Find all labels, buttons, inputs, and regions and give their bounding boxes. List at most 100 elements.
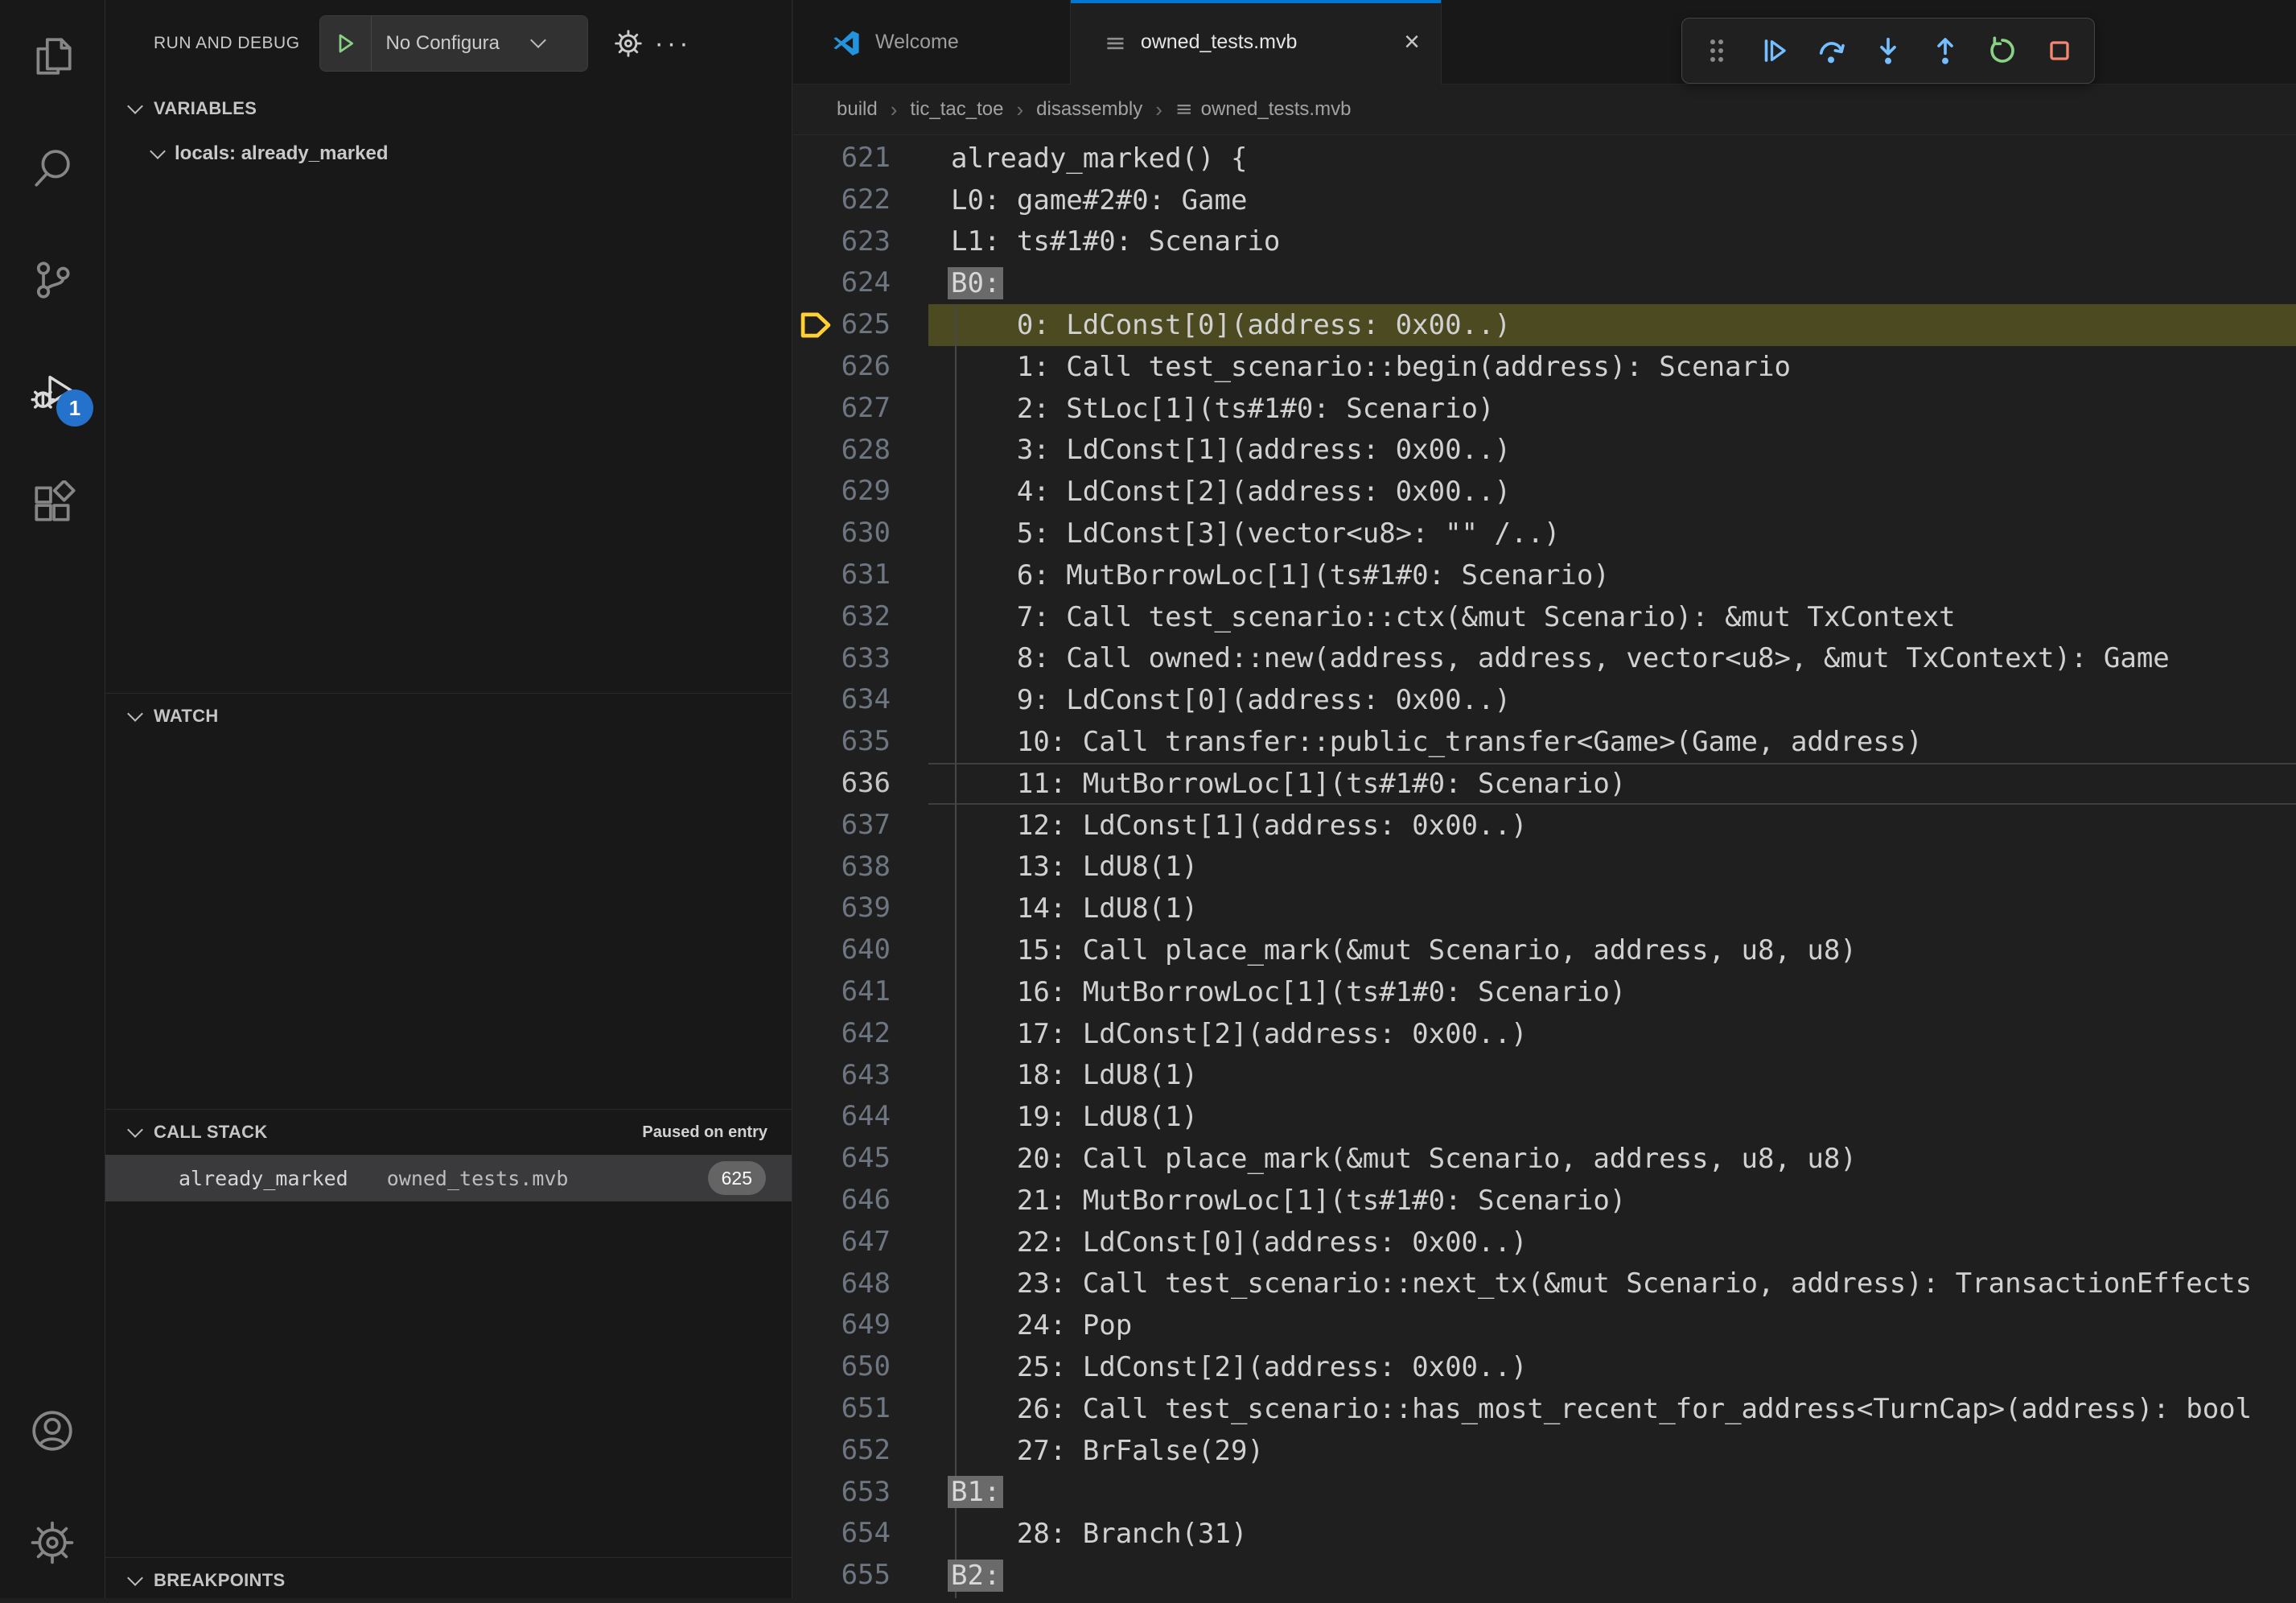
stop-button[interactable] — [2037, 28, 2082, 73]
breakpoint-gutter[interactable] — [793, 1013, 838, 1055]
code-line-text[interactable]: B0: — [928, 262, 2296, 304]
code-line-text[interactable]: 11: MutBorrowLoc[1](ts#1#0: Scenario) — [928, 763, 2296, 805]
line-number[interactable]: 640 — [838, 929, 891, 971]
more-actions-button[interactable]: ··· — [651, 21, 696, 66]
line-number[interactable]: 630 — [838, 513, 891, 554]
line-number[interactable]: 655 — [838, 1555, 891, 1597]
activity-bar-item-accounts[interactable] — [0, 1374, 105, 1486]
line-number[interactable]: 639 — [838, 888, 891, 929]
breakpoint-gutter[interactable] — [793, 1180, 838, 1222]
code-line-text[interactable]: L0: game#2#0: Game — [928, 179, 2296, 221]
code-line-text[interactable]: 15: Call place_mark(&mut Scenario, addre… — [928, 929, 2296, 971]
breakpoint-gutter[interactable] — [793, 1055, 838, 1097]
breakpoint-gutter[interactable] — [793, 262, 838, 304]
breakpoint-gutter[interactable] — [793, 971, 838, 1013]
activity-bar-item-manage[interactable] — [0, 1486, 105, 1598]
code-line-text[interactable]: 12: LdConst[1](address: 0x00..) — [928, 805, 2296, 847]
activity-bar-item-explorer[interactable] — [0, 0, 105, 112]
breakpoint-gutter[interactable] — [793, 847, 838, 888]
code-line-text[interactable]: B2: — [928, 1555, 2296, 1597]
code-line-text[interactable]: 5: LdConst[3](vector<u8>: "" /..) — [928, 513, 2296, 554]
step-out-button[interactable] — [1923, 28, 1968, 73]
tab-owned-tests-mvb[interactable]: ≡owned_tests.mvb× — [1071, 0, 1442, 84]
code-line-text[interactable]: 8: Call owned::new(address, address, vec… — [928, 638, 2296, 680]
line-number[interactable]: 647 — [838, 1222, 891, 1263]
activity-bar-item-source-control[interactable] — [0, 224, 105, 336]
breakpoint-gutter[interactable] — [793, 179, 838, 221]
code-line-text[interactable]: 20: Call place_mark(&mut Scenario, addre… — [928, 1138, 2296, 1180]
code-line-text[interactable]: 14: LdU8(1) — [928, 888, 2296, 929]
continue-button[interactable] — [1751, 28, 1796, 73]
line-number[interactable]: 632 — [838, 596, 891, 638]
breakpoint-gutter[interactable] — [793, 1388, 838, 1430]
breakpoint-gutter[interactable] — [793, 679, 838, 721]
line-number[interactable]: 631 — [838, 554, 891, 596]
debug-settings-button[interactable] — [606, 21, 651, 66]
line-number[interactable]: 624 — [838, 262, 891, 304]
breakpoint-gutter[interactable] — [793, 1472, 838, 1514]
breakpoint-gutter[interactable] — [793, 1222, 838, 1263]
line-number[interactable]: 652 — [838, 1430, 891, 1472]
line-number[interactable]: 626 — [838, 346, 891, 388]
breadcrumb-item-tic_tac_toe[interactable]: tic_tac_toe — [910, 98, 1003, 121]
code-line-text[interactable]: 26: Call test_scenario::has_most_recent_… — [928, 1388, 2296, 1430]
restart-button[interactable] — [1980, 28, 2025, 73]
code-line-text[interactable]: B1: — [928, 1472, 2296, 1514]
breakpoint-gutter[interactable] — [793, 1263, 838, 1305]
variables-scope-row[interactable]: locals: already_marked — [105, 131, 792, 176]
code-line-text[interactable]: already_marked() { — [928, 138, 2296, 179]
line-number[interactable]: 635 — [838, 721, 891, 763]
line-number[interactable]: 646 — [838, 1180, 891, 1222]
step-into-button[interactable] — [1866, 28, 1911, 73]
code-line-text[interactable]: 2: StLoc[1](ts#1#0: Scenario) — [928, 388, 2296, 430]
call-stack-section-header[interactable]: CALL STACK Paused on entry — [105, 1110, 792, 1155]
breakpoint-gutter[interactable] — [793, 1555, 838, 1597]
code-line-text[interactable]: 9: LdConst[0](address: 0x00..) — [928, 679, 2296, 721]
breakpoint-gutter[interactable] — [793, 1096, 838, 1138]
breakpoint-gutter[interactable] — [793, 221, 838, 263]
line-number[interactable]: 621 — [838, 138, 891, 179]
breakpoint-gutter[interactable] — [793, 1430, 838, 1472]
code-line-text[interactable]: 1: Call test_scenario::begin(address): S… — [928, 346, 2296, 388]
line-number[interactable]: 622 — [838, 179, 891, 221]
breakpoint-gutter[interactable] — [793, 1346, 838, 1388]
watch-section-header[interactable]: WATCH — [105, 694, 792, 739]
breakpoint-gutter[interactable] — [793, 805, 838, 847]
code-line-text[interactable]: L1: ts#1#0: Scenario — [928, 221, 2296, 263]
line-number[interactable]: 643 — [838, 1055, 891, 1097]
code-line-text[interactable]: 24: Pop — [928, 1304, 2296, 1346]
breakpoint-gutter[interactable] — [793, 1138, 838, 1180]
line-number[interactable]: 641 — [838, 971, 891, 1013]
call-stack-frame-row[interactable]: already_markedowned_tests.mvb625 — [105, 1155, 792, 1201]
breakpoint-gutter[interactable] — [793, 554, 838, 596]
code-line-text[interactable]: 0: LdConst[0](address: 0x00..) — [928, 304, 2296, 346]
breakpoint-gutter[interactable] — [793, 138, 838, 179]
line-number[interactable]: 650 — [838, 1346, 891, 1388]
code-line-text[interactable]: 19: LdU8(1) — [928, 1096, 2296, 1138]
breakpoint-gutter[interactable] — [793, 721, 838, 763]
code-line-text[interactable]: 22: LdConst[0](address: 0x00..) — [928, 1222, 2296, 1263]
line-number[interactable]: 634 — [838, 679, 891, 721]
breakpoint-gutter[interactable] — [793, 888, 838, 929]
start-debugging-button[interactable] — [320, 16, 372, 71]
tab-welcome[interactable]: Welcome — [793, 0, 1071, 84]
breakpoint-gutter[interactable] — [793, 430, 838, 472]
code-line-text[interactable]: 13: LdU8(1) — [928, 847, 2296, 888]
step-over-button[interactable] — [1808, 28, 1854, 73]
breakpoint-gutter[interactable] — [793, 1513, 838, 1555]
line-number[interactable]: 645 — [838, 1138, 891, 1180]
line-number[interactable]: 623 — [838, 221, 891, 263]
line-number[interactable]: 648 — [838, 1263, 891, 1305]
code-line-text[interactable]: 28: Branch(31) — [928, 1513, 2296, 1555]
launch-configuration-dropdown[interactable]: No Configura — [319, 15, 588, 72]
line-number[interactable]: 627 — [838, 388, 891, 430]
line-number[interactable]: 638 — [838, 847, 891, 888]
breakpoint-gutter[interactable] — [793, 304, 838, 346]
breakpoint-gutter[interactable] — [793, 1304, 838, 1346]
line-number[interactable]: 654 — [838, 1513, 891, 1555]
breakpoint-gutter[interactable] — [793, 471, 838, 513]
activity-bar-item-search[interactable] — [0, 112, 105, 224]
breakpoints-section-header[interactable]: BREAKPOINTS — [105, 1558, 792, 1603]
line-number[interactable]: 642 — [838, 1013, 891, 1055]
code-line-text[interactable]: 27: BrFalse(29) — [928, 1430, 2296, 1472]
